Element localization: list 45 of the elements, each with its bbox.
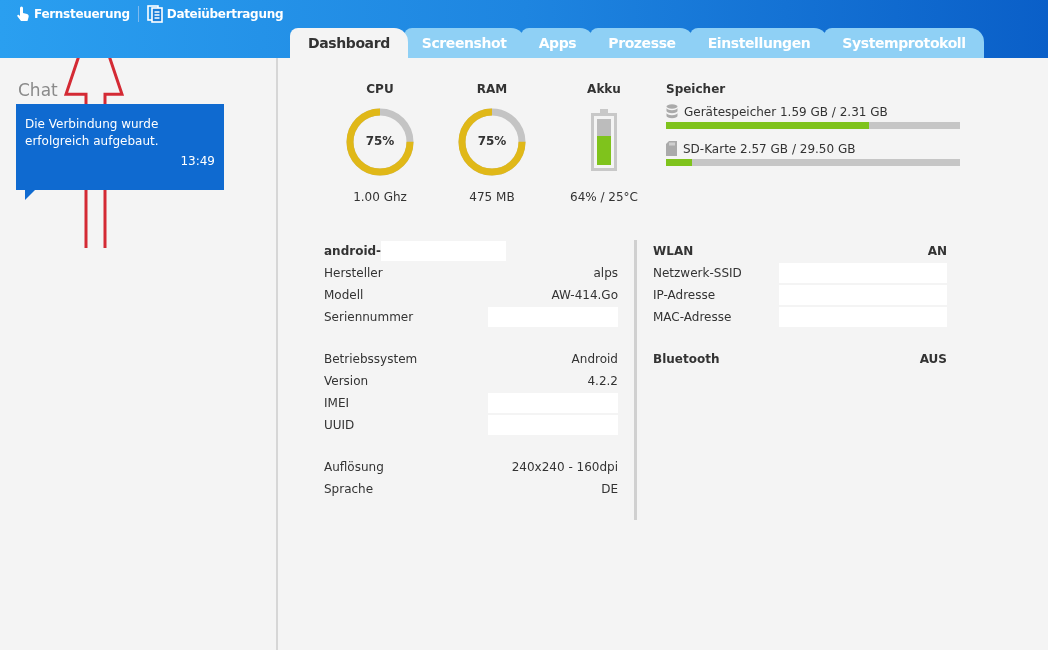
gauge-caption: 1.00 Ghz [353, 190, 407, 204]
info-value: 4.2.2 [587, 374, 618, 388]
gauge-value: 75% [476, 134, 508, 148]
document-icon [146, 5, 163, 23]
battery-title: Akku [587, 82, 621, 96]
message-time: 13:49 [179, 154, 215, 168]
info-label: Seriennummer [324, 310, 414, 324]
chat-title: Chat [18, 80, 59, 100]
toolbar-button[interactable]: Dateiübertragung [146, 5, 284, 23]
gauge-caption: 475 MB [469, 190, 515, 204]
info-label: Netzwerk-SSID [653, 266, 742, 280]
battery-caption: 64% / 25°C [570, 190, 638, 204]
info-value: alps [593, 266, 618, 280]
info-label: Modell [324, 288, 364, 302]
info-label: Hersteller [324, 266, 383, 280]
info-value: AW-414.Go [551, 288, 618, 302]
sd-card-icon [666, 141, 677, 156]
gauge-title: RAM [476, 82, 508, 96]
info-value: DE [601, 482, 618, 496]
info-label: Auflösung [324, 460, 384, 474]
network-state: AUS [919, 352, 947, 366]
info-label: Sprache [324, 482, 374, 496]
info-label: MAC-Adresse [653, 310, 732, 324]
info-label: Version [324, 374, 369, 388]
gauge-title: CPU [366, 82, 394, 96]
network-title: Bluetooth [653, 352, 720, 366]
toolbar-button[interactable]: Fernsteuerung [16, 6, 130, 22]
tab[interactable]: Dashboard [290, 28, 408, 58]
chat-message: Die Verbindung wurde erfolgreich aufgebaut. [25, 116, 160, 150]
storage-label: SD-Karte 2.57 GB / 29.50 GB [683, 141, 856, 156]
database-icon [666, 104, 678, 119]
info-label: IMEI [324, 396, 349, 410]
network-state: AN [927, 244, 947, 258]
gauge-value: 75% [364, 134, 396, 148]
storage-label: Gerätespeicher 1.59 GB / 2.31 GB [684, 104, 888, 119]
info-value: 240x240 - 160dpi [511, 460, 618, 474]
device-name: android- [324, 244, 382, 258]
storage-title: Speicher [666, 82, 726, 96]
network-title: WLAN [653, 244, 694, 258]
info-label: Betriebssystem [324, 352, 418, 366]
info-label: UUID [324, 418, 355, 432]
info-value: Android [571, 352, 618, 366]
info-label: IP-Adresse [653, 288, 716, 302]
hand-pointer-icon [16, 6, 30, 22]
tab[interactable]: Systemprotokoll [824, 28, 984, 58]
